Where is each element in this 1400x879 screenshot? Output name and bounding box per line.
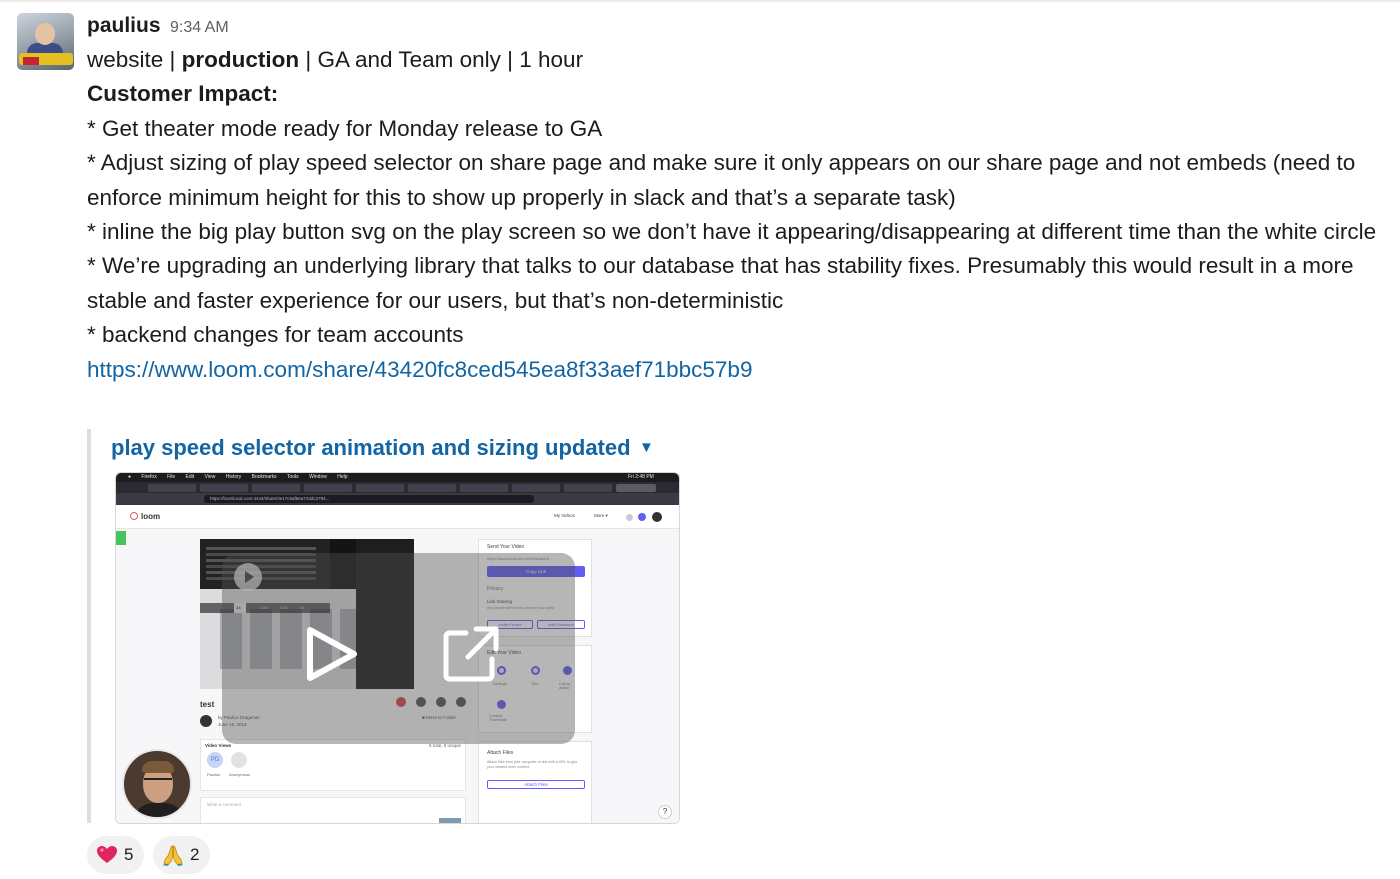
reaction-heart[interactable]: 5 <box>87 836 145 874</box>
heart-emoji-icon <box>97 846 117 863</box>
attach-files-button: Attach Files <box>487 780 585 789</box>
summary-bold: production <box>181 47 300 72</box>
camera-shirt <box>132 803 186 817</box>
unfurl-title[interactable]: play speed selector animation and sizing… <box>111 431 631 465</box>
attach-files-label: Attach Files <box>524 782 548 787</box>
mac-menubar: ● Firefox File Edit View History Bookmar… <box>116 473 679 482</box>
timestamp[interactable]: 9:34 AM <box>170 19 229 36</box>
camera-glasses <box>144 778 172 783</box>
attach-heading: Attach Files <box>487 750 514 756</box>
author-name[interactable]: paulius <box>87 14 161 37</box>
url-text: https://loomlocal.com:4444/share/3e17c5a… <box>210 496 330 501</box>
apple-icon: ● <box>128 474 132 480</box>
nav-avatar <box>652 512 662 522</box>
summary-post: | GA and Team only | 1 hour <box>299 47 584 72</box>
message-summary-line: website | production | GA and Team only … <box>87 43 1399 77</box>
bullet-item: * We’re upgrading an underlying library … <box>87 253 1354 313</box>
menubar-item: File <box>167 474 176 480</box>
browser-tab <box>148 484 196 492</box>
menubar-item: Edit <box>185 474 195 480</box>
play-overlay[interactable] <box>222 553 575 744</box>
nav-my-videos: My Videos <box>554 513 575 518</box>
viewer-avatar <box>231 752 247 768</box>
message: paulius 9:34 AM website | production | G… <box>87 9 1399 387</box>
browser-tab <box>460 484 508 492</box>
share-link-line: https://www.loom.com/share/43420fc8ced54… <box>87 353 1399 387</box>
link-unfurl: play speed selector animation and sizing… <box>87 429 687 824</box>
bullet-item: * Adjust sizing of play speed selector o… <box>87 150 1356 210</box>
browser-tab <box>512 484 560 492</box>
green-tag <box>116 531 126 545</box>
camera-hair <box>142 761 174 773</box>
viewer-avatar: PD <box>207 752 223 768</box>
menubar-item: Firefox <box>141 474 157 480</box>
browser-urlbar: https://loomlocal.com:4444/share/3e17c5a… <box>116 493 679 505</box>
browser-tab <box>200 484 248 492</box>
nav-more: More ▾ <box>594 513 608 518</box>
play-icon[interactable] <box>302 625 362 683</box>
avatar[interactable] <box>17 13 74 70</box>
nav-notification-icon <box>638 513 646 521</box>
loom-logo: loom <box>130 512 160 521</box>
url-field: https://loomlocal.com:4444/share/3e17c5a… <box>204 495 534 503</box>
comment-placeholder: Write a comment <box>207 802 241 807</box>
top-divider <box>0 0 1400 2</box>
reaction-pray[interactable]: 2 <box>153 836 211 874</box>
comment-box: Write a comment <box>200 797 466 823</box>
avatar-face <box>35 23 55 45</box>
folded-hands-emoji-icon <box>163 845 183 866</box>
views-label: Video Views <box>205 743 232 748</box>
menubar-item: Tools <box>286 474 299 480</box>
loom-navbar: loom My Videos More ▾ <box>116 505 679 529</box>
bullet-item: * inline the big play button svg on the … <box>87 219 1377 245</box>
browser-tab <box>564 484 612 492</box>
message-header: paulius 9:34 AM <box>87 9 1399 43</box>
video-title: test <box>200 700 215 709</box>
bullet-item: * backend changes for team accounts <box>87 322 464 348</box>
share-link[interactable]: https://www.loom.com/share/43420fc8ced54… <box>87 357 752 382</box>
help-icon: ? <box>658 805 672 819</box>
avatar-toy-detail <box>23 57 39 65</box>
video-preview[interactable]: ● Firefox File Edit View History Bookmar… <box>115 472 680 824</box>
browser-tab <box>304 484 352 492</box>
attach-desc: Attach files from your computer or link … <box>487 760 578 769</box>
browser-tab <box>408 484 456 492</box>
menubar-clock: Fri 2:48 PM <box>628 474 654 480</box>
views-card: Video Views 6 total, 5 unique PD Paulius… <box>200 739 466 791</box>
reaction-count: 2 <box>190 845 200 864</box>
menubar-item: Bookmarks <box>251 474 277 480</box>
open-external-icon[interactable] <box>440 623 502 685</box>
browser-tab <box>252 484 300 492</box>
viewer-name: Anonymous <box>229 772 251 777</box>
collapse-caret-icon[interactable]: ▼ <box>639 439 654 457</box>
viewer-name: Paulius <box>207 772 221 777</box>
comment-post-button <box>439 818 461 823</box>
menubar-item: Help <box>337 474 348 480</box>
attach-files-card: Attach Files Attach files from your comp… <box>478 741 592 823</box>
browser-tab-active <box>616 484 656 492</box>
summary-pre: website | <box>87 47 182 72</box>
nav-progress-icon <box>626 514 633 521</box>
owner-avatar <box>200 715 212 727</box>
send-heading: Send Your Video <box>487 544 525 550</box>
browser-tab <box>356 484 404 492</box>
menubar-item: View <box>204 474 216 480</box>
menubar-item: Window <box>309 474 327 480</box>
impact-heading: Customer Impact: <box>87 81 279 107</box>
menubar-item: History <box>225 474 242 480</box>
browser-tabs <box>116 482 679 493</box>
camera-bubble <box>122 749 192 819</box>
reaction-count: 5 <box>124 845 134 864</box>
bullet-item: * Get theater mode ready for Monday rele… <box>87 115 603 141</box>
